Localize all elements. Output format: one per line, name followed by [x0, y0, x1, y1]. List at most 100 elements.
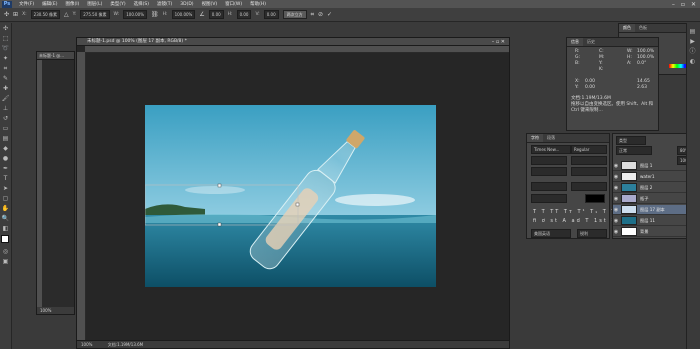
visibility-eye-icon[interactable]: ◉: [613, 218, 619, 224]
baseline-shift-field[interactable]: [531, 194, 567, 203]
crop-tool-icon[interactable]: ⌗: [1, 64, 10, 73]
tab-paragraph[interactable]: 段落: [543, 134, 559, 142]
menu-help[interactable]: 帮助(H): [246, 1, 270, 7]
history-brush-icon[interactable]: ↺: [1, 114, 10, 123]
eraser-tool-icon[interactable]: ▭: [1, 124, 10, 133]
adjustments-panel-icon[interactable]: ◐: [688, 57, 697, 66]
visibility-eye-icon[interactable]: ◉: [613, 229, 619, 235]
dodge-tool-icon[interactable]: ●: [1, 154, 10, 163]
menu-edit[interactable]: 编辑(E): [38, 1, 61, 7]
cancel-transform-icon[interactable]: ⊘: [318, 11, 323, 18]
document-window-controls[interactable]: – ▫ ✕: [492, 38, 505, 46]
menu-file[interactable]: 文件(F): [15, 1, 38, 7]
vertical-scale-field[interactable]: [531, 182, 567, 191]
visibility-eye-icon[interactable]: ◉: [613, 185, 619, 191]
maximize-button[interactable]: ▫: [681, 1, 685, 8]
kerning-field[interactable]: [531, 167, 567, 176]
actions-panel-icon[interactable]: ▶: [688, 37, 697, 46]
language-select[interactable]: 美国英语: [531, 229, 571, 238]
menu-filter[interactable]: 滤镜(T): [153, 1, 176, 7]
shape-tool-icon[interactable]: ▢: [1, 194, 10, 203]
visibility-eye-icon[interactable]: ◉: [613, 196, 619, 202]
menu-type[interactable]: 类型(Y): [106, 1, 129, 7]
brush-tool-icon[interactable]: 🖌: [1, 94, 10, 103]
tab-history[interactable]: 历史: [583, 38, 599, 46]
tab-character[interactable]: 字符: [527, 134, 543, 142]
secondary-doc-zoom[interactable]: 100%: [37, 307, 74, 314]
transform-handle[interactable]: [217, 183, 222, 188]
layer-kind-filter[interactable]: 类型: [616, 136, 646, 145]
text-style-buttons[interactable]: T T TT Tт T¹ T₁ T T: [533, 209, 616, 215]
vskew-field[interactable]: 0.00: [263, 10, 279, 19]
visibility-eye-icon[interactable]: ◉: [613, 207, 619, 213]
blur-tool-icon[interactable]: ◆: [1, 144, 10, 153]
pen-tool-icon[interactable]: ✒: [1, 164, 10, 173]
menu-3d[interactable]: 3D(D): [176, 2, 197, 7]
transform-handle[interactable]: [217, 222, 222, 227]
antialias-select[interactable]: 锐利: [577, 229, 607, 238]
tab-swatches[interactable]: 色板: [635, 24, 651, 32]
transform-handle[interactable]: [295, 202, 300, 207]
blend-mode-select[interactable]: 正常: [616, 146, 652, 155]
photoshop-logo[interactable]: Ps: [2, 0, 12, 8]
warp-icon[interactable]: ⌗: [311, 11, 314, 18]
magic-wand-icon[interactable]: ✦: [1, 54, 10, 63]
quick-mask-icon[interactable]: ◎: [1, 247, 10, 256]
horizontal-ruler[interactable]: [85, 46, 509, 53]
healing-brush-icon[interactable]: ✚: [1, 84, 10, 93]
zoom-tool-icon[interactable]: 🔍: [1, 214, 10, 223]
document-size[interactable]: 文档:1.19M/13.6M: [108, 342, 143, 347]
x-field[interactable]: 230.50 像素: [30, 10, 60, 19]
canvas-artwork[interactable]: [145, 105, 436, 287]
marquee-tool-icon[interactable]: ⬚: [1, 34, 10, 43]
vertical-ruler[interactable]: [77, 52, 86, 340]
foreground-color[interactable]: [1, 235, 9, 243]
tab-info[interactable]: 信息: [567, 38, 583, 46]
document-tab[interactable]: 未标题-1.psd @ 100% (图层 17 副本, RGB/8) *: [77, 38, 509, 46]
minimize-button[interactable]: –: [672, 1, 675, 8]
delta-icon[interactable]: △: [64, 11, 69, 18]
opentype-buttons[interactable]: ﬁ ơ st A ad T 1st ½: [533, 218, 618, 224]
menu-window[interactable]: 窗口(W): [221, 1, 246, 7]
font-style-select[interactable]: Regular: [571, 145, 607, 154]
path-select-icon[interactable]: ➤: [1, 184, 10, 193]
y-field[interactable]: 275.50 像素: [80, 10, 110, 19]
hskew-field[interactable]: 0.00: [236, 10, 252, 19]
eyedropper-icon[interactable]: ✎: [1, 74, 10, 83]
stamp-tool-icon[interactable]: ⊥: [1, 104, 10, 113]
lasso-tool-icon[interactable]: ➰: [1, 44, 10, 53]
visibility-eye-icon[interactable]: ◉: [613, 163, 619, 169]
layer-thumbnail: [621, 216, 637, 225]
menu-layer[interactable]: 图层(L): [83, 1, 106, 7]
link-icon[interactable]: ⛓: [151, 11, 159, 18]
visibility-eye-icon[interactable]: ◉: [613, 174, 619, 180]
menu-image[interactable]: 图像(I): [61, 1, 83, 7]
default-colors-icon[interactable]: ◧: [1, 224, 10, 233]
interpolation-select[interactable]: 两次立方: [282, 10, 307, 19]
move-tool-icon[interactable]: ✣: [1, 24, 10, 33]
close-button[interactable]: ✕: [691, 1, 696, 8]
height-field[interactable]: 100.00%: [171, 10, 196, 19]
tab-color[interactable]: 颜色: [619, 24, 635, 32]
color-swatches[interactable]: [0, 234, 12, 246]
history-panel-icon[interactable]: ▤: [688, 27, 697, 36]
menu-select[interactable]: 选择(S): [130, 1, 153, 7]
gradient-tool-icon[interactable]: ▤: [1, 134, 10, 143]
screen-mode-icon[interactable]: ▣: [1, 257, 10, 266]
zoom-level[interactable]: 100%: [81, 342, 92, 347]
angle-field[interactable]: 0.00: [208, 10, 224, 19]
menu-view[interactable]: 视图(V): [198, 1, 222, 7]
width-field[interactable]: 100.00%: [123, 10, 148, 19]
secondary-doc-tab[interactable]: 未标题-1 @...: [37, 52, 74, 60]
properties-panel-icon[interactable]: ⓘ: [688, 47, 697, 56]
hand-tool-icon[interactable]: ✋: [1, 204, 10, 213]
text-color-swatch[interactable]: [585, 194, 605, 203]
type-tool-icon[interactable]: T: [1, 174, 10, 183]
reference-point-icon[interactable]: ⊞: [13, 11, 18, 18]
font-family-select[interactable]: Times New...: [531, 145, 571, 154]
font-size-field[interactable]: [531, 156, 567, 165]
leading-field[interactable]: [571, 156, 607, 165]
horizontal-scale-field[interactable]: [571, 182, 607, 191]
tracking-field[interactable]: [571, 167, 607, 176]
commit-transform-icon[interactable]: ✓: [327, 11, 332, 18]
